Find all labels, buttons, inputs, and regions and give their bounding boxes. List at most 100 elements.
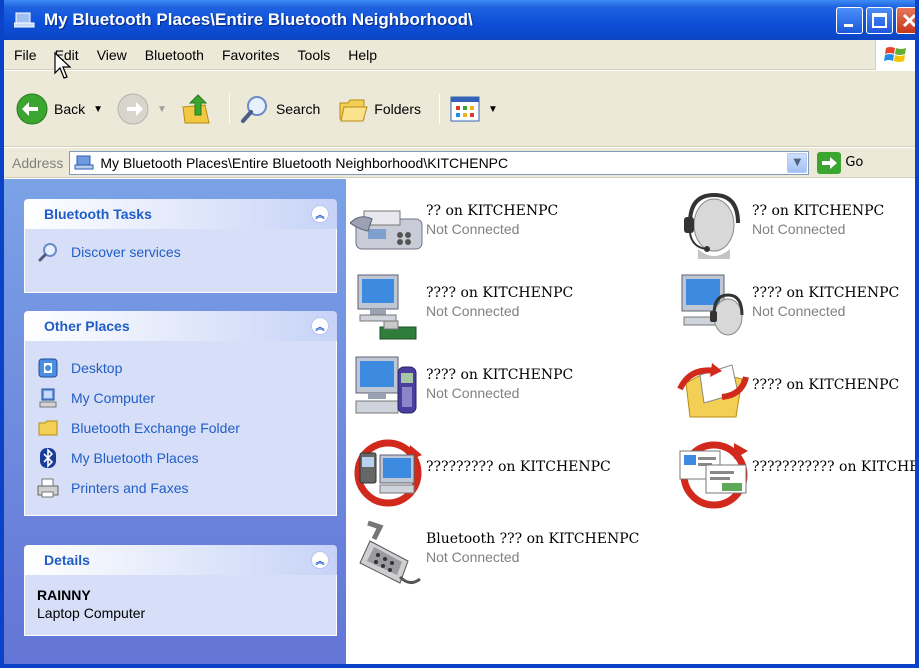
maximize-button[interactable] xyxy=(866,7,893,34)
forward-arrow-icon xyxy=(117,93,149,125)
panel-body: RAINNY Laptop Computer xyxy=(24,575,337,636)
views-icon xyxy=(450,96,480,122)
desktop-icon xyxy=(37,357,59,379)
serial-port-icon xyxy=(359,520,421,584)
forward-button[interactable]: ▼ xyxy=(117,93,167,125)
service-name: ???? on KITCHENPC xyxy=(426,367,574,383)
other-places-header[interactable]: Other Places ︽ xyxy=(24,311,337,341)
windows-logo-icon xyxy=(875,40,915,70)
collapse-chevron-icon[interactable]: ︽ xyxy=(311,317,329,335)
folders-label: Folders xyxy=(374,101,421,117)
bluetooth-tasks-header[interactable]: Bluetooth Tasks ︽ xyxy=(24,199,337,229)
toolbar-separator xyxy=(438,94,440,124)
service-name: Bluetooth ??? on KITCHENPC xyxy=(426,531,640,547)
panel-body: Discover services xyxy=(24,229,337,293)
title-bar[interactable]: My Bluetooth Places\Entire Bluetooth Nei… xyxy=(4,0,915,40)
service-name: ???? on KITCHENPC xyxy=(752,377,900,393)
close-button[interactable] xyxy=(896,7,915,34)
task-label: Discover services xyxy=(71,244,181,260)
device-type: Laptop Computer xyxy=(37,605,146,621)
service-name: ???? on KITCHENPC xyxy=(426,285,574,301)
headset-icon xyxy=(684,192,740,259)
menu-help[interactable]: Help xyxy=(339,47,386,63)
place-my-computer[interactable]: My Computer xyxy=(37,383,336,413)
fax-icon xyxy=(350,210,423,250)
back-dropdown-icon[interactable]: ▼ xyxy=(93,104,103,115)
service-item[interactable]: Bluetooth ??? on KITCHENPC Not Connected xyxy=(350,517,639,593)
menu-favorites[interactable]: Favorites xyxy=(213,47,289,63)
service-name: ??????????? on KITCHENPC xyxy=(752,459,915,475)
folders-button[interactable]: Folders xyxy=(338,95,421,123)
details-panel: Details ︽ RAINNY Laptop Computer xyxy=(24,545,337,636)
explorer-window: My Bluetooth Places\Entire Bluetooth Nei… xyxy=(0,0,919,668)
place-my-bluetooth-places[interactable]: My Bluetooth Places xyxy=(37,443,336,473)
go-label: Go xyxy=(845,155,864,170)
back-arrow-icon xyxy=(16,93,48,125)
menu-view[interactable]: View xyxy=(88,47,136,63)
mouse-cursor-icon xyxy=(54,52,72,79)
content-area: ?? on KITCHENPC Not Connected ?? on KITC… xyxy=(346,179,915,664)
service-name: ???? on KITCHENPC xyxy=(752,285,900,301)
address-label: Address xyxy=(12,154,64,171)
back-button[interactable]: Back ▼ xyxy=(16,93,103,125)
panel-title: Details xyxy=(44,552,90,568)
go-arrow-icon xyxy=(817,151,842,174)
back-label: Back xyxy=(54,101,86,117)
computer-phone-icon xyxy=(355,356,417,414)
service-item[interactable]: ?? on KITCHENPC Not Connected xyxy=(350,189,558,265)
computer-headset-icon xyxy=(681,274,744,336)
service-status: Not Connected xyxy=(426,303,520,319)
service-item[interactable]: ????????? on KITCHENPC xyxy=(350,435,611,511)
place-label: My Bluetooth Places xyxy=(71,450,199,466)
address-bar: Address My Bluetooth Places\Entire Bluet… xyxy=(4,148,915,178)
minimize-icon xyxy=(844,24,853,27)
details-header[interactable]: Details ︽ xyxy=(24,545,337,575)
other-places-panel: Other Places ︽ Desktop My Computer Bluet… xyxy=(24,311,337,516)
network-computer-icon xyxy=(357,274,417,340)
up-folder-icon xyxy=(182,94,210,124)
service-status: Not Connected xyxy=(426,221,520,237)
service-name: ?? on KITCHENPC xyxy=(426,203,559,219)
address-field[interactable]: My Bluetooth Places\Entire Bluetooth Nei… xyxy=(69,150,810,175)
folder-icon xyxy=(37,417,59,439)
task-discover-services[interactable]: Discover services xyxy=(37,237,336,267)
service-name: ????????? on KITCHENPC xyxy=(426,459,611,475)
device-name: RAINNY xyxy=(37,587,91,603)
address-dropdown-icon[interactable]: ▼ xyxy=(787,152,808,173)
menu-file[interactable]: File xyxy=(4,47,46,63)
bluetooth-icon xyxy=(37,447,59,469)
business-card-icon xyxy=(679,441,748,509)
sync-computer-icon xyxy=(354,439,422,507)
search-label: Search xyxy=(275,101,321,117)
service-item[interactable]: ???? on KITCHENPC Not Connected xyxy=(350,271,573,347)
service-item[interactable]: ??????????? on KITCHENPC xyxy=(676,435,915,511)
search-icon xyxy=(37,241,59,263)
views-button[interactable]: ▼ xyxy=(450,96,498,122)
minimize-button[interactable] xyxy=(836,7,863,34)
bluetooth-places-icon xyxy=(74,155,94,169)
up-folder-button[interactable] xyxy=(181,93,211,125)
menu-tools[interactable]: Tools xyxy=(289,47,340,63)
task-pane: Bluetooth Tasks ︽ Discover services Othe… xyxy=(4,179,346,664)
views-dropdown-icon[interactable]: ▼ xyxy=(488,104,498,115)
panel-title: Bluetooth Tasks xyxy=(44,206,152,222)
go-button[interactable]: Go xyxy=(817,151,864,174)
service-status: Not Connected xyxy=(752,303,846,319)
service-item[interactable]: ?? on KITCHENPC Not Connected xyxy=(676,189,884,265)
service-item[interactable]: ???? on KITCHENPC Not Connected xyxy=(350,353,573,429)
collapse-chevron-icon[interactable]: ︽ xyxy=(311,551,329,569)
place-bluetooth-exchange-folder[interactable]: Bluetooth Exchange Folder xyxy=(37,413,336,443)
folders-icon xyxy=(339,99,368,122)
menu-bluetooth[interactable]: Bluetooth xyxy=(136,47,213,63)
panel-title: Other Places xyxy=(44,318,130,334)
search-button[interactable]: Search xyxy=(240,94,320,124)
service-item[interactable]: ???? on KITCHENPC xyxy=(676,353,899,429)
forward-dropdown-icon[interactable]: ▼ xyxy=(157,104,167,115)
place-printers-and-faxes[interactable]: Printers and Faxes xyxy=(37,473,336,503)
window-title: My Bluetooth Places\Entire Bluetooth Nei… xyxy=(44,10,473,29)
place-desktop[interactable]: Desktop xyxy=(37,353,336,383)
collapse-chevron-icon[interactable]: ︽ xyxy=(311,205,329,223)
panel-body: Desktop My Computer Bluetooth Exchange F… xyxy=(24,341,337,516)
service-item[interactable]: ???? on KITCHENPC Not Connected xyxy=(676,271,899,347)
bluetooth-tasks-panel: Bluetooth Tasks ︽ Discover services xyxy=(24,199,337,293)
